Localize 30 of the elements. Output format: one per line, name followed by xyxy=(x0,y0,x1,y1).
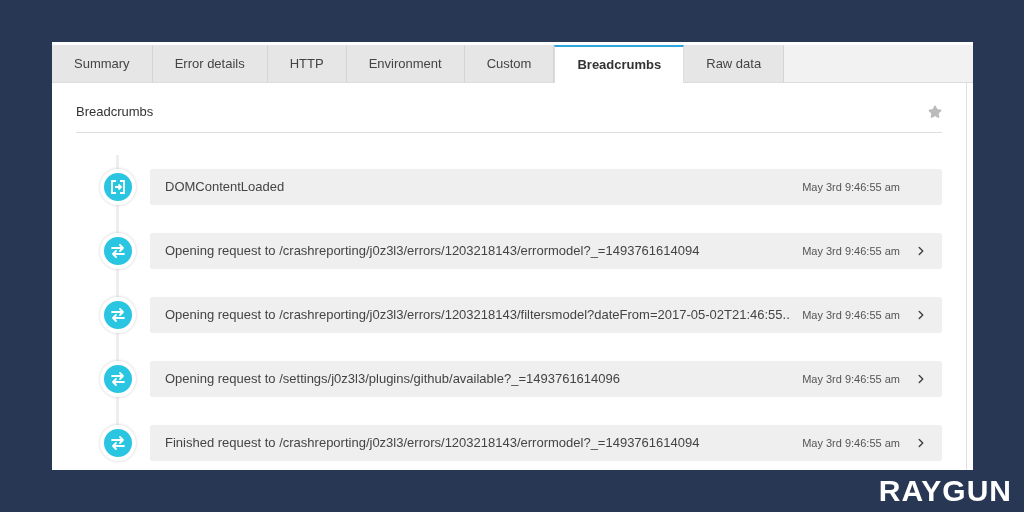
tab[interactable]: Error details xyxy=(152,45,268,82)
section-title: Breadcrumbs xyxy=(76,102,154,121)
tab[interactable]: Summary xyxy=(52,45,153,82)
breadcrumb-time: May 3rd 9:46:55 am xyxy=(802,307,900,323)
breadcrumb-row[interactable]: Opening request to /crashreporting/j0z3l3/errors/1203218143/filtersmodel?dateFrom=2017-05-02T21:46:55.. May 3rd 9:46:55 am xyxy=(150,297,942,333)
tab[interactable]: HTTP xyxy=(267,45,347,82)
tab[interactable]: Environment xyxy=(346,45,465,82)
breadcrumb-row[interactable]: DOMContentLoaded May 3rd 9:46:55 am xyxy=(150,169,942,205)
breadcrumb-message: Finished request to /crashreporting/j0z3l3/errors/1203218143/errormodel?_=1493761614094 xyxy=(165,434,701,453)
breadcrumb-row[interactable]: Opening request to /settings/j0z3l3/plugins/github/available?_=1493761614096 May 3rd 9:46:55 am xyxy=(150,361,942,397)
tab[interactable]: Breadcrumbs xyxy=(554,45,685,83)
breadcrumb-message: DOMContentLoaded xyxy=(165,178,286,197)
tab[interactable]: Raw data xyxy=(684,45,785,82)
breadcrumb-time: May 3rd 9:46:55 am xyxy=(802,435,900,451)
arrows-left-right-icon xyxy=(110,371,126,387)
breadcrumb-row[interactable]: Opening request to /crashreporting/j0z3l3/errors/1203218143/errormodel?_=1493761614094 May 3rd 9:46:55 am xyxy=(150,233,942,269)
enter-icon xyxy=(110,179,126,195)
logo: RAYGUN xyxy=(878,476,1012,506)
arrows-left-right-icon xyxy=(110,435,126,451)
star-icon xyxy=(928,104,942,119)
breadcrumb-time: May 3rd 9:46:55 am xyxy=(802,371,900,387)
breadcrumb-message: Opening request to /settings/j0z3l3/plugins/github/available?_=1493761614096 xyxy=(165,370,621,389)
breadcrumb-time: May 3rd 9:46:55 am xyxy=(802,243,900,259)
breadcrumb-message: Opening request to /crashreporting/j0z3l3/errors/1203218143/errormodel?_=1493761614094 xyxy=(165,242,701,261)
breadcrumb-message: Opening request to /crashreporting/j0z3l3/errors/1203218143/filtersmodel?dateFrom=2017-05-02T21:46:55.. xyxy=(165,306,791,325)
arrows-left-right-icon xyxy=(110,243,126,259)
tab[interactable]: Custom xyxy=(464,45,555,82)
arrows-left-right-icon xyxy=(110,307,126,323)
breadcrumb-row[interactable]: Finished request to /crashreporting/j0z3l3/errors/1203218143/errormodel?_=1493761614094 May 3rd 9:46:55 am xyxy=(150,425,942,461)
breadcrumb-time: May 3rd 9:46:55 am xyxy=(802,179,900,195)
